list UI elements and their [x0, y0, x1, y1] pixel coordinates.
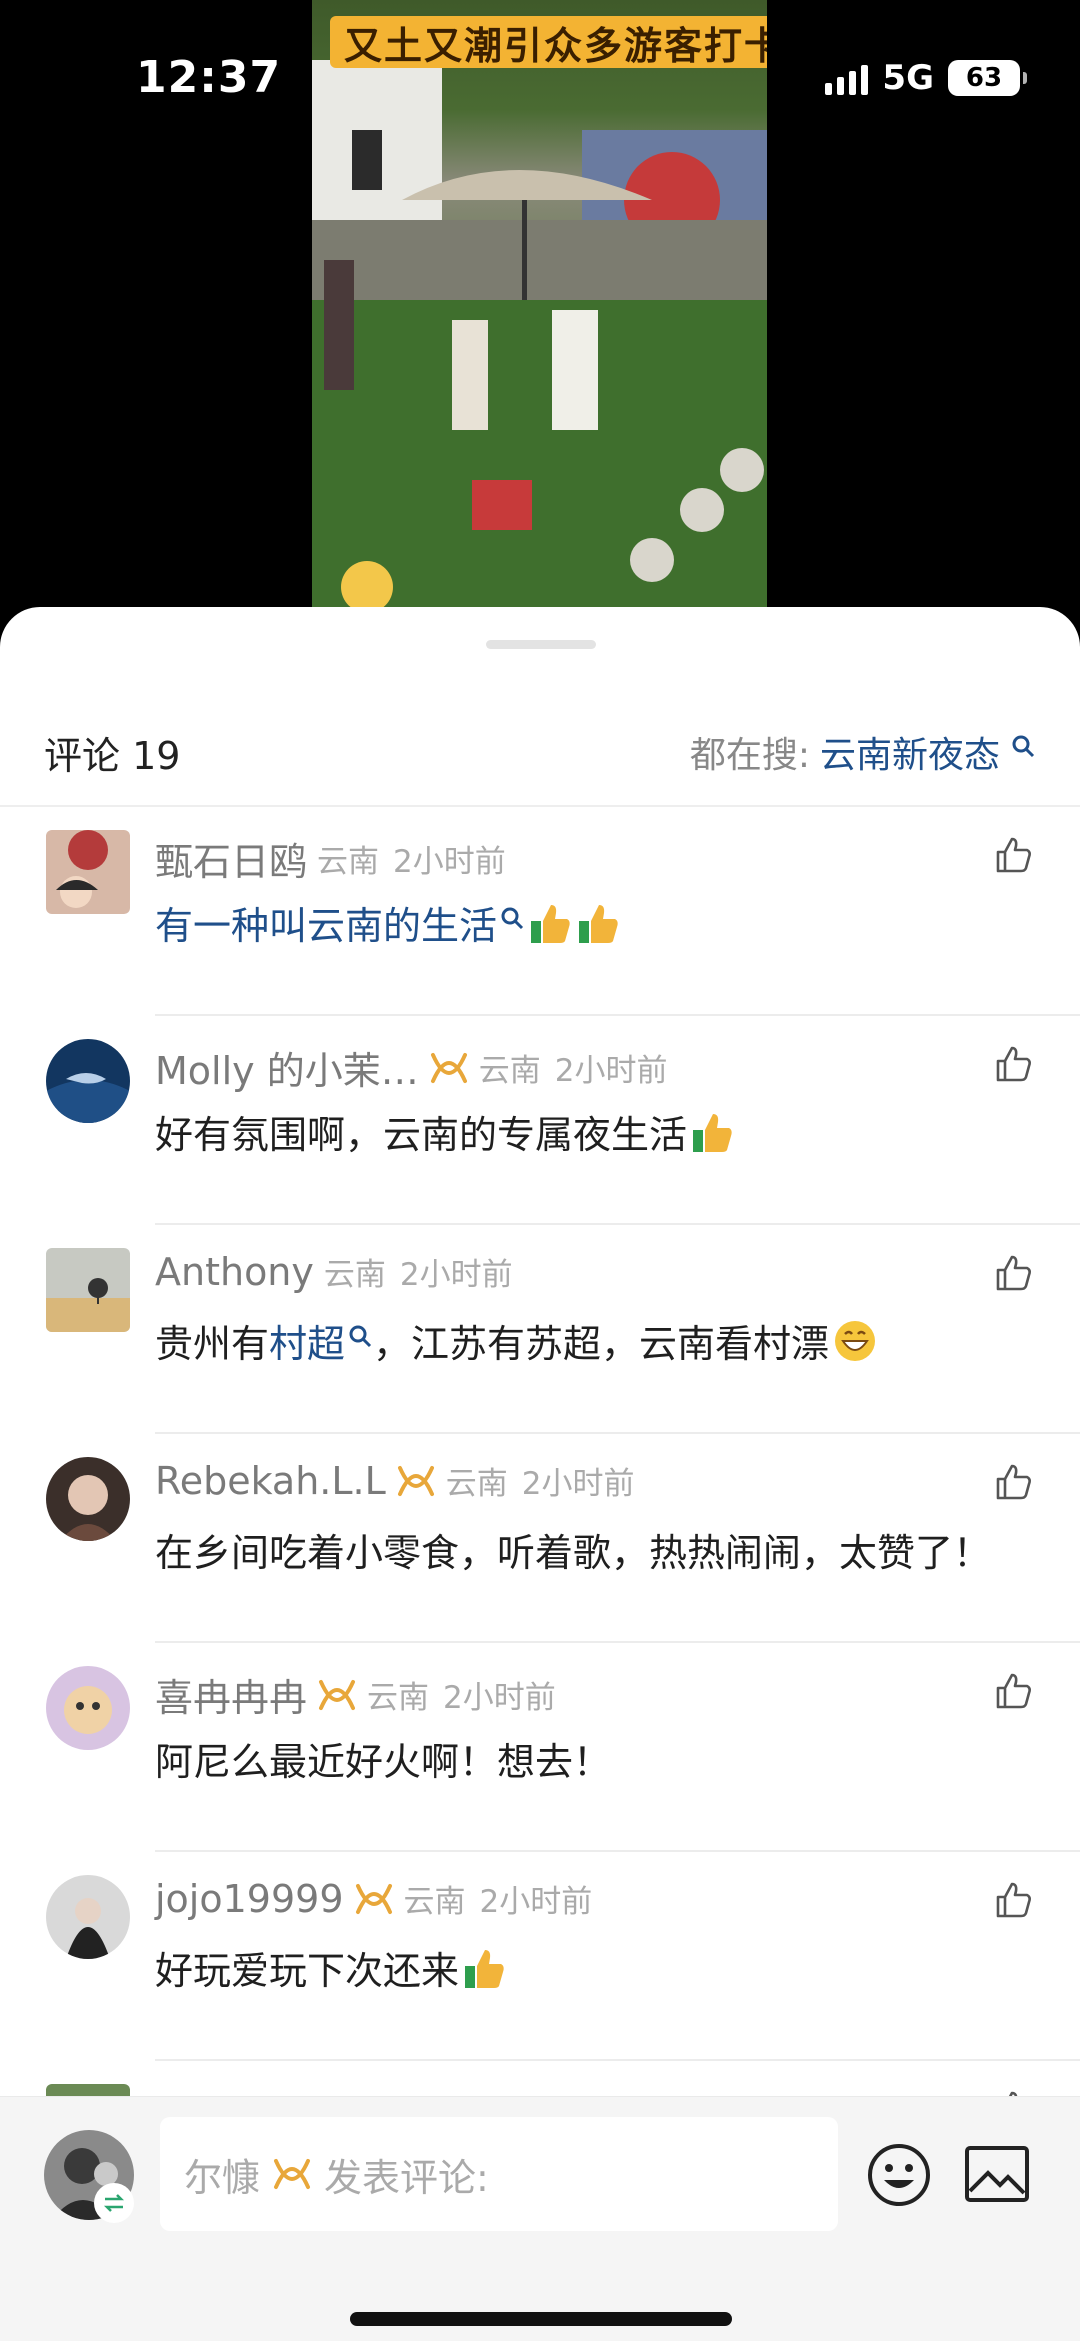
- comment-text: 好有氛围啊，云南的专属夜生活: [155, 1104, 735, 1159]
- network-label: 5G: [882, 58, 934, 98]
- comment-meta: jojo19999 云南 2小时前: [155, 1876, 592, 1921]
- like-icon[interactable]: [994, 1253, 1034, 1293]
- commenter-name[interactable]: Molly 的小茉…: [155, 1040, 419, 1095]
- input-user-name: 尔慷: [184, 2155, 261, 2200]
- member-badge-icon: [319, 1679, 356, 1710]
- member-badge-icon: [397, 1465, 434, 1496]
- like-icon[interactable]: [994, 835, 1034, 875]
- comment-text-segment: 好玩爱玩下次还来: [155, 1949, 460, 1993]
- signal-icon: [825, 61, 869, 95]
- comment-meta: 甄石日鸥 云南 2小时前: [155, 831, 506, 886]
- comment-item[interactable]: Anthony 云南 2小时前贵州有 村超 ，江苏有苏超，云南看村漂: [0, 1225, 1080, 1434]
- thumbs-up-emoji: [579, 904, 618, 943]
- commenter-avatar[interactable]: [46, 830, 130, 914]
- comment-sheet: 评论 19 都在搜: 云南新夜态 甄石日鸥 云南 2小时前 有一种叫云南的生活 Moll…: [0, 607, 1080, 2341]
- comment-text: 有一种叫云南的生活: [155, 895, 621, 950]
- comment-meta: Molly 的小茉… 云南 2小时前: [155, 1040, 667, 1095]
- comment-text: 在乡间吃着小零食，听着歌，热热闹闹，太赞了！: [155, 1522, 991, 1577]
- video-player[interactable]: 又土又潮引众多游客打卡: [312, 0, 767, 610]
- comment-location: 云南: [403, 1884, 466, 1920]
- commenter-avatar[interactable]: [46, 1875, 130, 1959]
- commenter-avatar[interactable]: [46, 1457, 130, 1541]
- comment-keyword-link[interactable]: 有一种叫云南的生活: [155, 895, 497, 950]
- commenter-avatar[interactable]: [46, 1666, 130, 1750]
- battery-icon: 63: [948, 60, 1027, 96]
- commenter-name[interactable]: jojo19999: [155, 1877, 344, 1921]
- commenter-avatar[interactable]: [46, 1039, 130, 1123]
- thumbs-up-emoji: [465, 1949, 504, 1988]
- comment-item[interactable]: 喜冉冉冉 云南 2小时前阿尼么最近好火啊！想去！: [0, 1643, 1080, 1852]
- thumbs-up-emoji: [693, 1113, 732, 1152]
- comment-list[interactable]: 甄石日鸥 云南 2小时前 有一种叫云南的生活 Molly 的小茉… 云南 2小时前 好有氛围啊…: [0, 807, 1080, 2101]
- comment-text: 好玩爱玩下次还来: [155, 1940, 507, 1995]
- switch-identity-icon[interactable]: [94, 2183, 134, 2223]
- member-badge-icon: [274, 2159, 311, 2189]
- video-title: 又土又潮引众多游客打卡: [330, 16, 767, 68]
- commenter-name[interactable]: Anthony: [155, 1250, 314, 1294]
- emoji-icon[interactable]: [866, 2142, 932, 2208]
- search-icon: [1012, 735, 1035, 758]
- comment-count: 评论 19: [44, 733, 181, 778]
- search-icon: [501, 907, 524, 929]
- video-scene: [312, 60, 767, 610]
- input-placeholder: 发表评论:: [324, 2155, 489, 2200]
- hot-search-link[interactable]: 都在搜: 云南新夜态: [690, 726, 1036, 778]
- comment-text: 阿尼么最近好火啊！想去！: [155, 1731, 611, 1786]
- hot-search-prefix: 都在搜:: [689, 735, 810, 776]
- hot-search-term: 云南新夜态: [819, 735, 1000, 776]
- like-icon[interactable]: [994, 1671, 1034, 1711]
- comment-item[interactable]: Molly 的小茉… 云南 2小时前好有氛围啊，云南的专属夜生活: [0, 1016, 1080, 1225]
- comment-meta: Anthony 云南 2小时前: [155, 1249, 513, 1294]
- member-badge-icon: [355, 1883, 392, 1914]
- comment-text-segment: 好有氛围啊，云南的专属夜生活: [155, 1113, 688, 1157]
- comment-item[interactable]: [0, 2061, 1080, 2101]
- commenter-name[interactable]: 喜冉冉冉: [155, 1667, 307, 1722]
- comment-time: 2小时前: [554, 1053, 668, 1089]
- comment-location: 云南: [478, 1053, 541, 1089]
- comment-location: 云南: [317, 844, 380, 880]
- grin-emoji: [835, 1320, 876, 1361]
- comment-time: 2小时前: [443, 1680, 556, 1716]
- home-indicator[interactable]: [350, 2312, 732, 2326]
- comment-item[interactable]: jojo19999 云南 2小时前 好玩爱玩下次还来: [0, 1852, 1080, 2061]
- comment-time: 2小时前: [393, 844, 506, 880]
- comment-text-segment: 在乡间吃着小零食，听着歌，热热闹闹，太赞了！: [155, 1531, 992, 1575]
- status-time: 12:37: [136, 52, 282, 103]
- like-icon[interactable]: [994, 1880, 1034, 1920]
- thumbs-up-emoji: [531, 904, 570, 943]
- comment-input[interactable]: 尔慷 发表评论:: [160, 2117, 838, 2231]
- comment-input-bar: 尔慷 发表评论:: [0, 2096, 1080, 2341]
- comment-time: 2小时前: [399, 1257, 513, 1293]
- comment-time: 2小时前: [521, 1466, 635, 1502]
- like-icon[interactable]: [994, 1462, 1034, 1502]
- comment-location: 云南: [367, 1680, 430, 1716]
- comment-meta: Rebekah.L.L 云南 2小时前: [155, 1458, 635, 1503]
- search-icon: [349, 1325, 372, 1347]
- comment-text-segment: 阿尼么最近好火啊！想去！: [155, 1740, 612, 1784]
- comment-time: 2小时前: [479, 1884, 593, 1920]
- battery-level: 63: [965, 63, 1003, 93]
- sheet-drag-handle[interactable]: [486, 640, 596, 649]
- commenter-avatar[interactable]: [46, 1248, 130, 1332]
- comment-keyword-link[interactable]: 村超: [269, 1313, 345, 1368]
- comment-item[interactable]: 甄石日鸥 云南 2小时前有一种叫云南的生活: [0, 807, 1080, 1016]
- comment-header: 评论 19 都在搜: 云南新夜态: [0, 707, 1080, 797]
- comment-text-segment: 贵州有: [155, 1322, 270, 1366]
- comment-text-segment: ，江苏有苏超，云南看村漂: [373, 1322, 830, 1366]
- comment-text: 贵州有 村超 ，江苏有苏超，云南看村漂: [155, 1313, 877, 1368]
- commenter-name[interactable]: Rebekah.L.L: [155, 1459, 386, 1503]
- like-icon[interactable]: [994, 1044, 1034, 1084]
- comment-location: 云南: [445, 1466, 508, 1502]
- commenter-name[interactable]: 甄石日鸥: [155, 831, 307, 886]
- comment-item[interactable]: Rebekah.L.L 云南 2小时前在乡间吃着小零食，听着歌，热热闹闹，太赞了！: [0, 1434, 1080, 1643]
- image-icon[interactable]: [964, 2145, 1030, 2203]
- member-badge-icon: [430, 1052, 467, 1083]
- comment-location: 云南: [323, 1257, 386, 1293]
- status-indicators: 5G 63: [825, 58, 1027, 98]
- comment-meta: 喜冉冉冉 云南 2小时前: [155, 1667, 556, 1722]
